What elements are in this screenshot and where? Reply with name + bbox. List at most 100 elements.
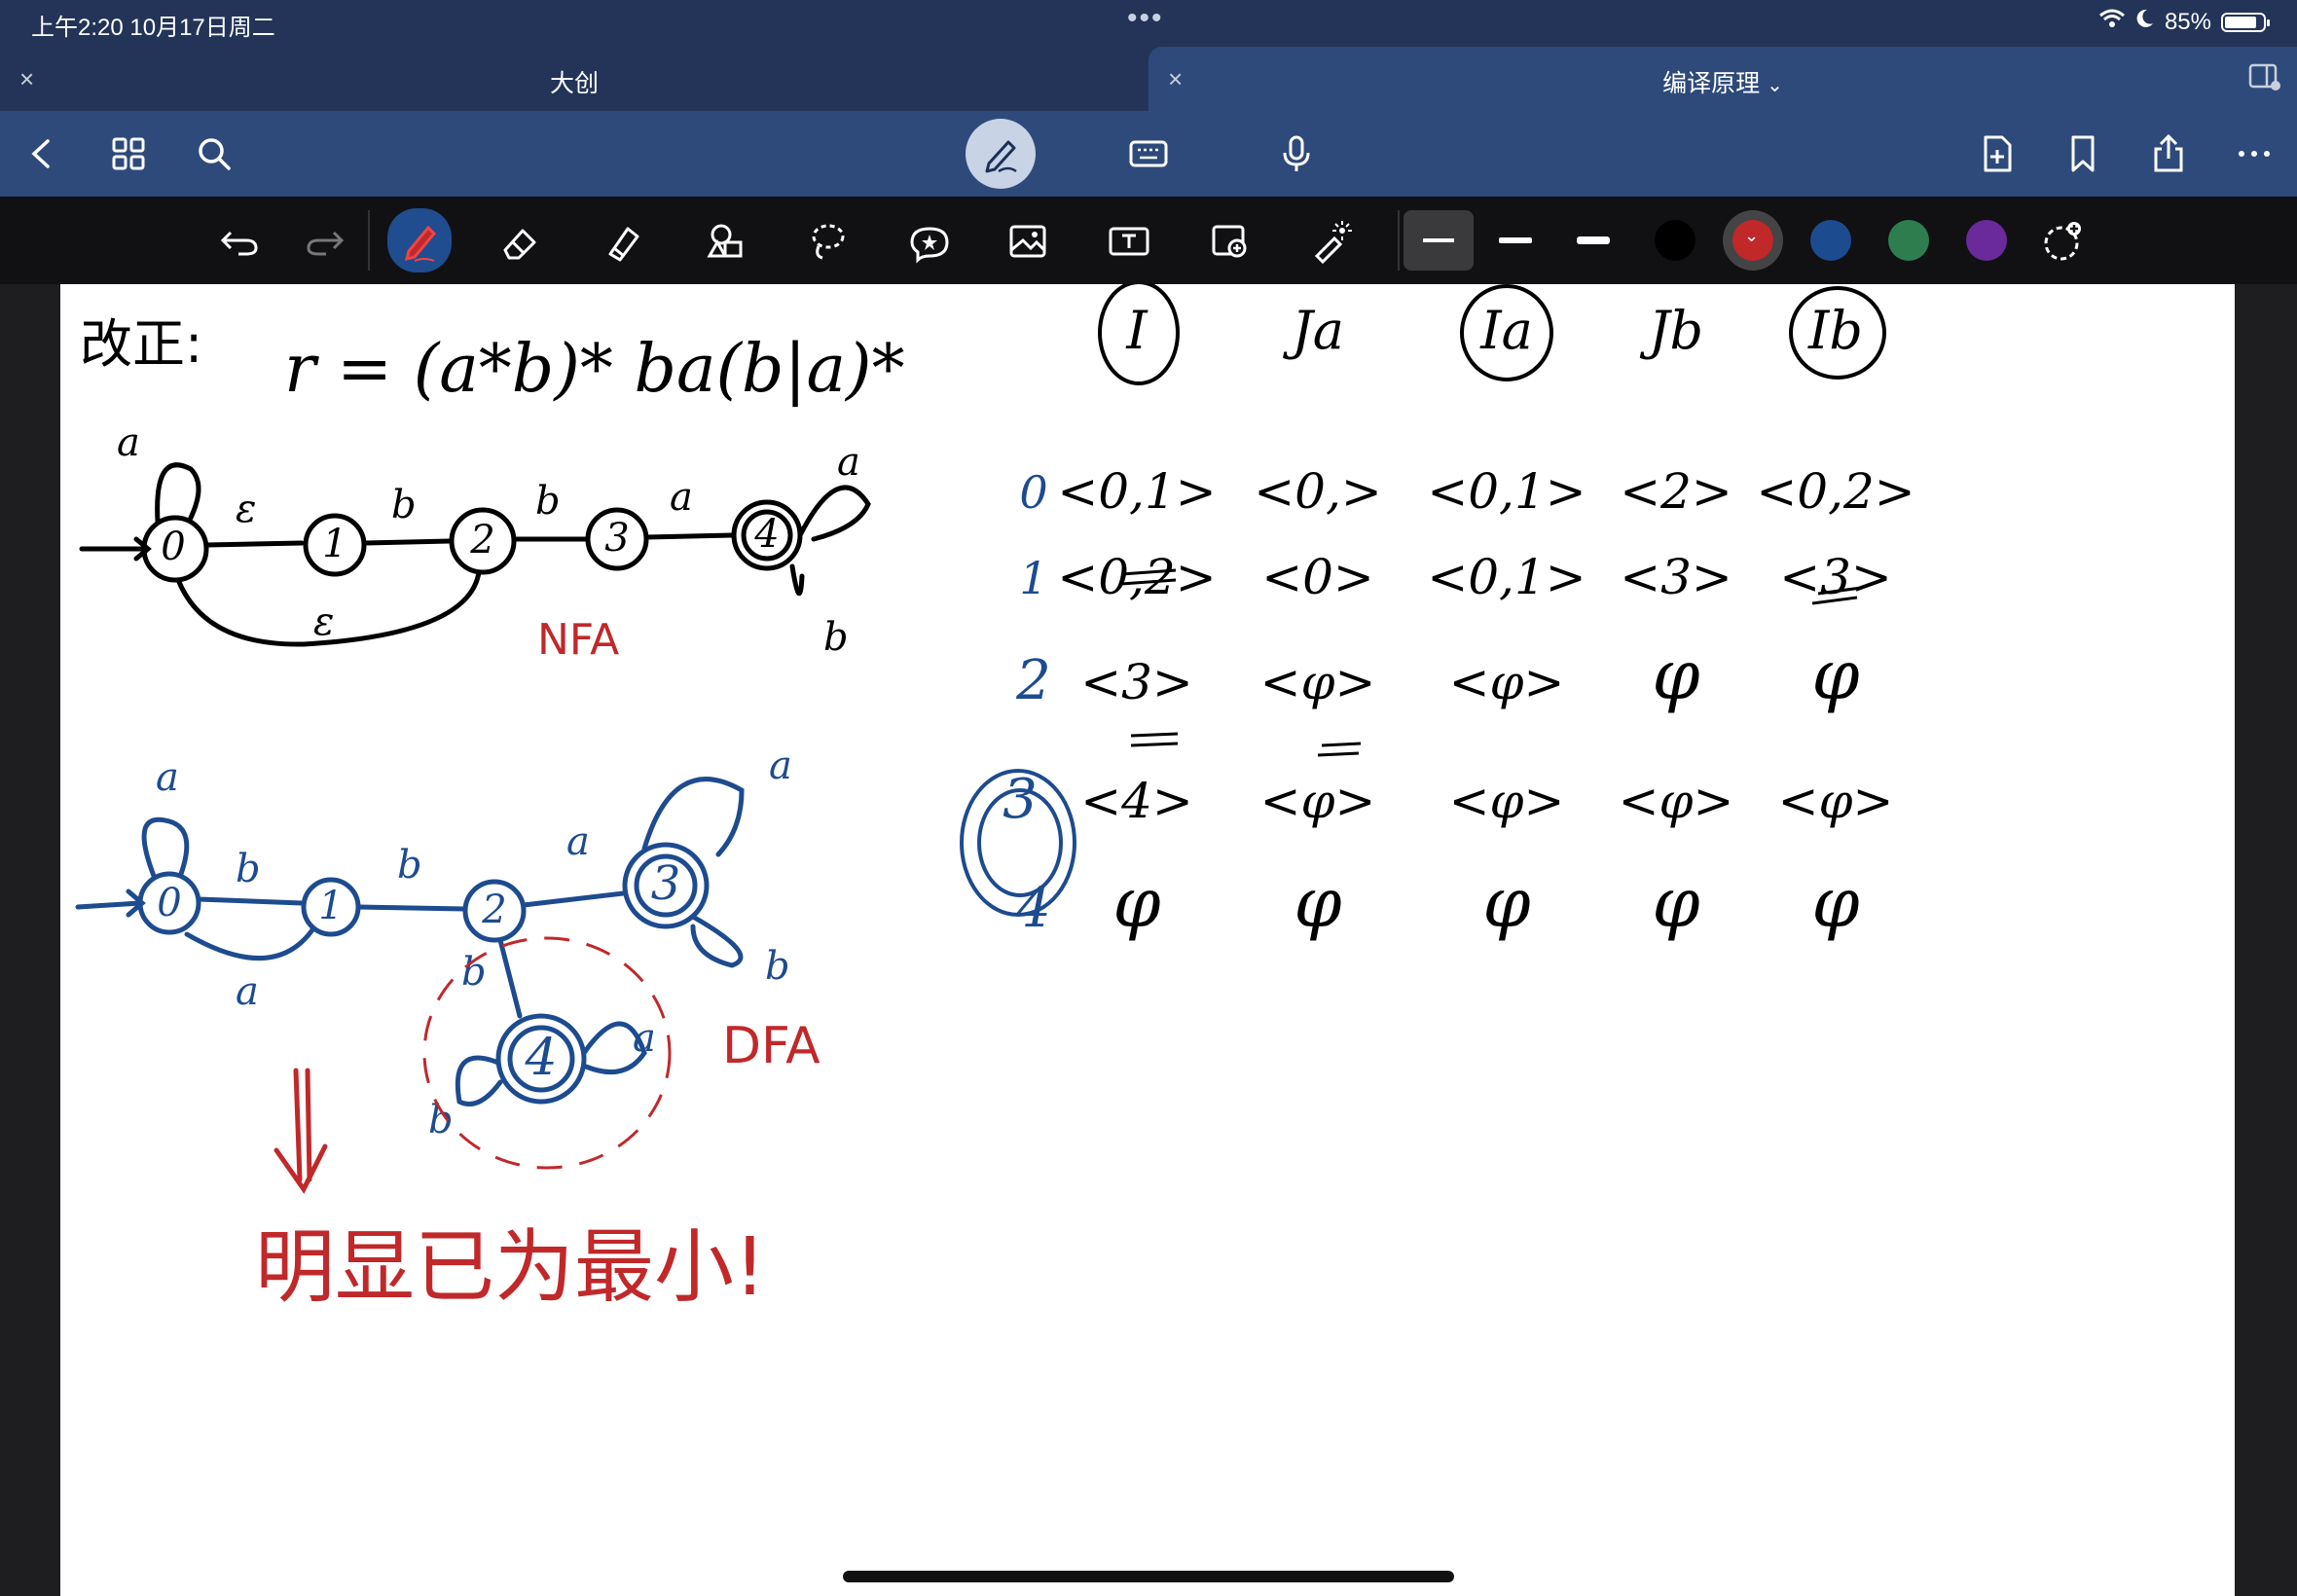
table-cell: <3> [1779, 549, 1892, 605]
table-cell: <0,> [1254, 463, 1382, 520]
share-icon[interactable] [2145, 130, 2192, 177]
sidebar-toggle-icon[interactable] [2248, 62, 2281, 98]
back-icon[interactable] [19, 130, 66, 177]
table-header-cell: Jb [1639, 300, 1703, 361]
table-cell: φ [1652, 635, 1699, 715]
table-cell: <0,1> [1057, 463, 1216, 520]
color-swatch-black[interactable] [1655, 220, 1695, 261]
pen-icon[interactable] [387, 208, 452, 272]
table-cell: <φ> [1260, 654, 1376, 710]
table-row-id: 1 [1019, 552, 1047, 604]
table-cell: <0,1> [1427, 549, 1586, 605]
nfa-state-label: 2 [469, 518, 494, 562]
color-swatch-purple[interactable] [1966, 220, 2007, 261]
stroke-thin-icon[interactable] [1423, 238, 1454, 242]
dfa-edge-label: a [769, 744, 792, 788]
dfa-edge-label: a [236, 969, 259, 1014]
table-row-id: 3 [1003, 768, 1038, 831]
bookmark-icon[interactable] [2060, 130, 2106, 177]
dfa-state-label: 1 [318, 884, 343, 928]
conclusion-text: 明显已为最小! [255, 1221, 766, 1314]
table-cell: <0,2> [1057, 549, 1216, 605]
lasso-icon[interactable] [800, 214, 855, 269]
nfa-edge-label: a [837, 440, 860, 485]
tab-title: 编译原理 ⌄ [1148, 64, 2297, 99]
dfa-label: DFA [722, 1017, 820, 1075]
camera-icon[interactable] [1203, 214, 1258, 269]
add-page-icon[interactable] [1974, 130, 2021, 177]
tab-bar: × 大创 × 编译原理 ⌄ [0, 47, 2297, 111]
wifi-icon [2098, 8, 2126, 36]
table-cell: <0,1> [1427, 463, 1586, 520]
toolbar-divider [368, 210, 370, 271]
dfa-edge-label: b [765, 944, 790, 989]
tab-dachuang[interactable]: × 大创 [0, 47, 1148, 111]
nfa-edge-label: a [117, 420, 140, 465]
table-cell: <φ> [1449, 773, 1565, 829]
sticker-icon[interactable] [901, 214, 956, 269]
table-cell: <0,2> [1756, 463, 1914, 520]
nfa-edge-label: ε [236, 487, 256, 531]
table-body: 0 <0,1> <0,> <0,1> <2> <0,2>1 <0,2> <0> <0,1> <3>… [1003, 463, 1914, 943]
keyboard-icon[interactable] [1125, 130, 1172, 177]
table-cell: <3> [1620, 549, 1732, 605]
color-swatch-blue[interactable] [1810, 220, 1851, 261]
shapes-icon[interactable] [699, 214, 753, 269]
down-arrow-icon [273, 1068, 328, 1194]
dfa-edge [521, 890, 626, 908]
dfa-edge-label: b [236, 847, 261, 891]
dfa-edge [196, 896, 305, 906]
table-cell: φ [1811, 863, 1859, 943]
tab-title: 大创 [549, 70, 599, 97]
correction-label: 改正: [80, 313, 202, 375]
table-header-cell: I [1125, 300, 1148, 361]
nfa-self-loop [797, 485, 871, 542]
dfa-self-loop [690, 914, 744, 968]
pen-mode-icon[interactable] [966, 119, 1036, 189]
note-canvas[interactable]: 改正: r = (a*b)* ba(b|a)* 0 1 2 3 4 a ε b … [60, 284, 2235, 1596]
stroke-thick-icon[interactable] [1577, 236, 1610, 244]
dfa-edge-label: a [633, 1016, 656, 1061]
dfa-start-arrow [75, 900, 143, 910]
nfa-edge-label: b [823, 615, 849, 660]
redo-icon[interactable] [298, 214, 352, 269]
microphone-icon[interactable] [1273, 130, 1320, 177]
laser-icon[interactable] [1304, 214, 1359, 269]
chevron-down-icon[interactable]: ⌄ [1744, 226, 1759, 246]
home-indicator[interactable] [843, 1571, 1454, 1582]
dfa-edge-label: a [156, 755, 179, 800]
nfa-edge-label: a [670, 475, 693, 520]
dfa-state-label: 0 [157, 881, 181, 925]
nfa-state-label: 0 [161, 525, 185, 569]
table-cell: φ [1112, 863, 1160, 943]
text-icon[interactable] [1102, 214, 1156, 269]
table-cell: φ [1482, 863, 1530, 943]
battery-icon [2221, 12, 2270, 32]
undo-icon[interactable] [212, 214, 267, 269]
nfa-self-loop [789, 563, 805, 597]
table-cell: <φ> [1619, 773, 1734, 829]
table-cell: <2> [1620, 463, 1732, 520]
dfa-edge-label: b [397, 843, 422, 888]
highlighter-icon[interactable] [596, 214, 650, 269]
eraser-icon[interactable] [492, 214, 547, 269]
toolbar-divider [1398, 210, 1400, 271]
color-swatch-green[interactable] [1888, 220, 1929, 261]
search-icon[interactable] [191, 130, 237, 177]
table-header-cell: Ja [1282, 300, 1344, 361]
status-right: 85% [2098, 8, 2270, 36]
battery-fill [2225, 16, 2257, 28]
chevron-down-icon[interactable]: ⌄ [1767, 75, 1783, 96]
tab-compiler-principles[interactable]: × 编译原理 ⌄ [1148, 47, 2297, 111]
more-icon[interactable] [2231, 130, 2278, 177]
stroke-medium-icon[interactable] [1499, 237, 1532, 243]
dfa-edge-label: a [566, 819, 590, 864]
multitask-dots[interactable]: ••• [1127, 2, 1164, 35]
grid-icon[interactable] [105, 130, 152, 177]
table-cell: φ [1811, 635, 1859, 715]
table-cell: <4> [1080, 773, 1193, 829]
image-icon[interactable] [1001, 214, 1055, 269]
dfa-edge [497, 937, 523, 1019]
add-color-icon[interactable] [2036, 214, 2091, 269]
dfa-state-label: 2 [481, 888, 506, 932]
